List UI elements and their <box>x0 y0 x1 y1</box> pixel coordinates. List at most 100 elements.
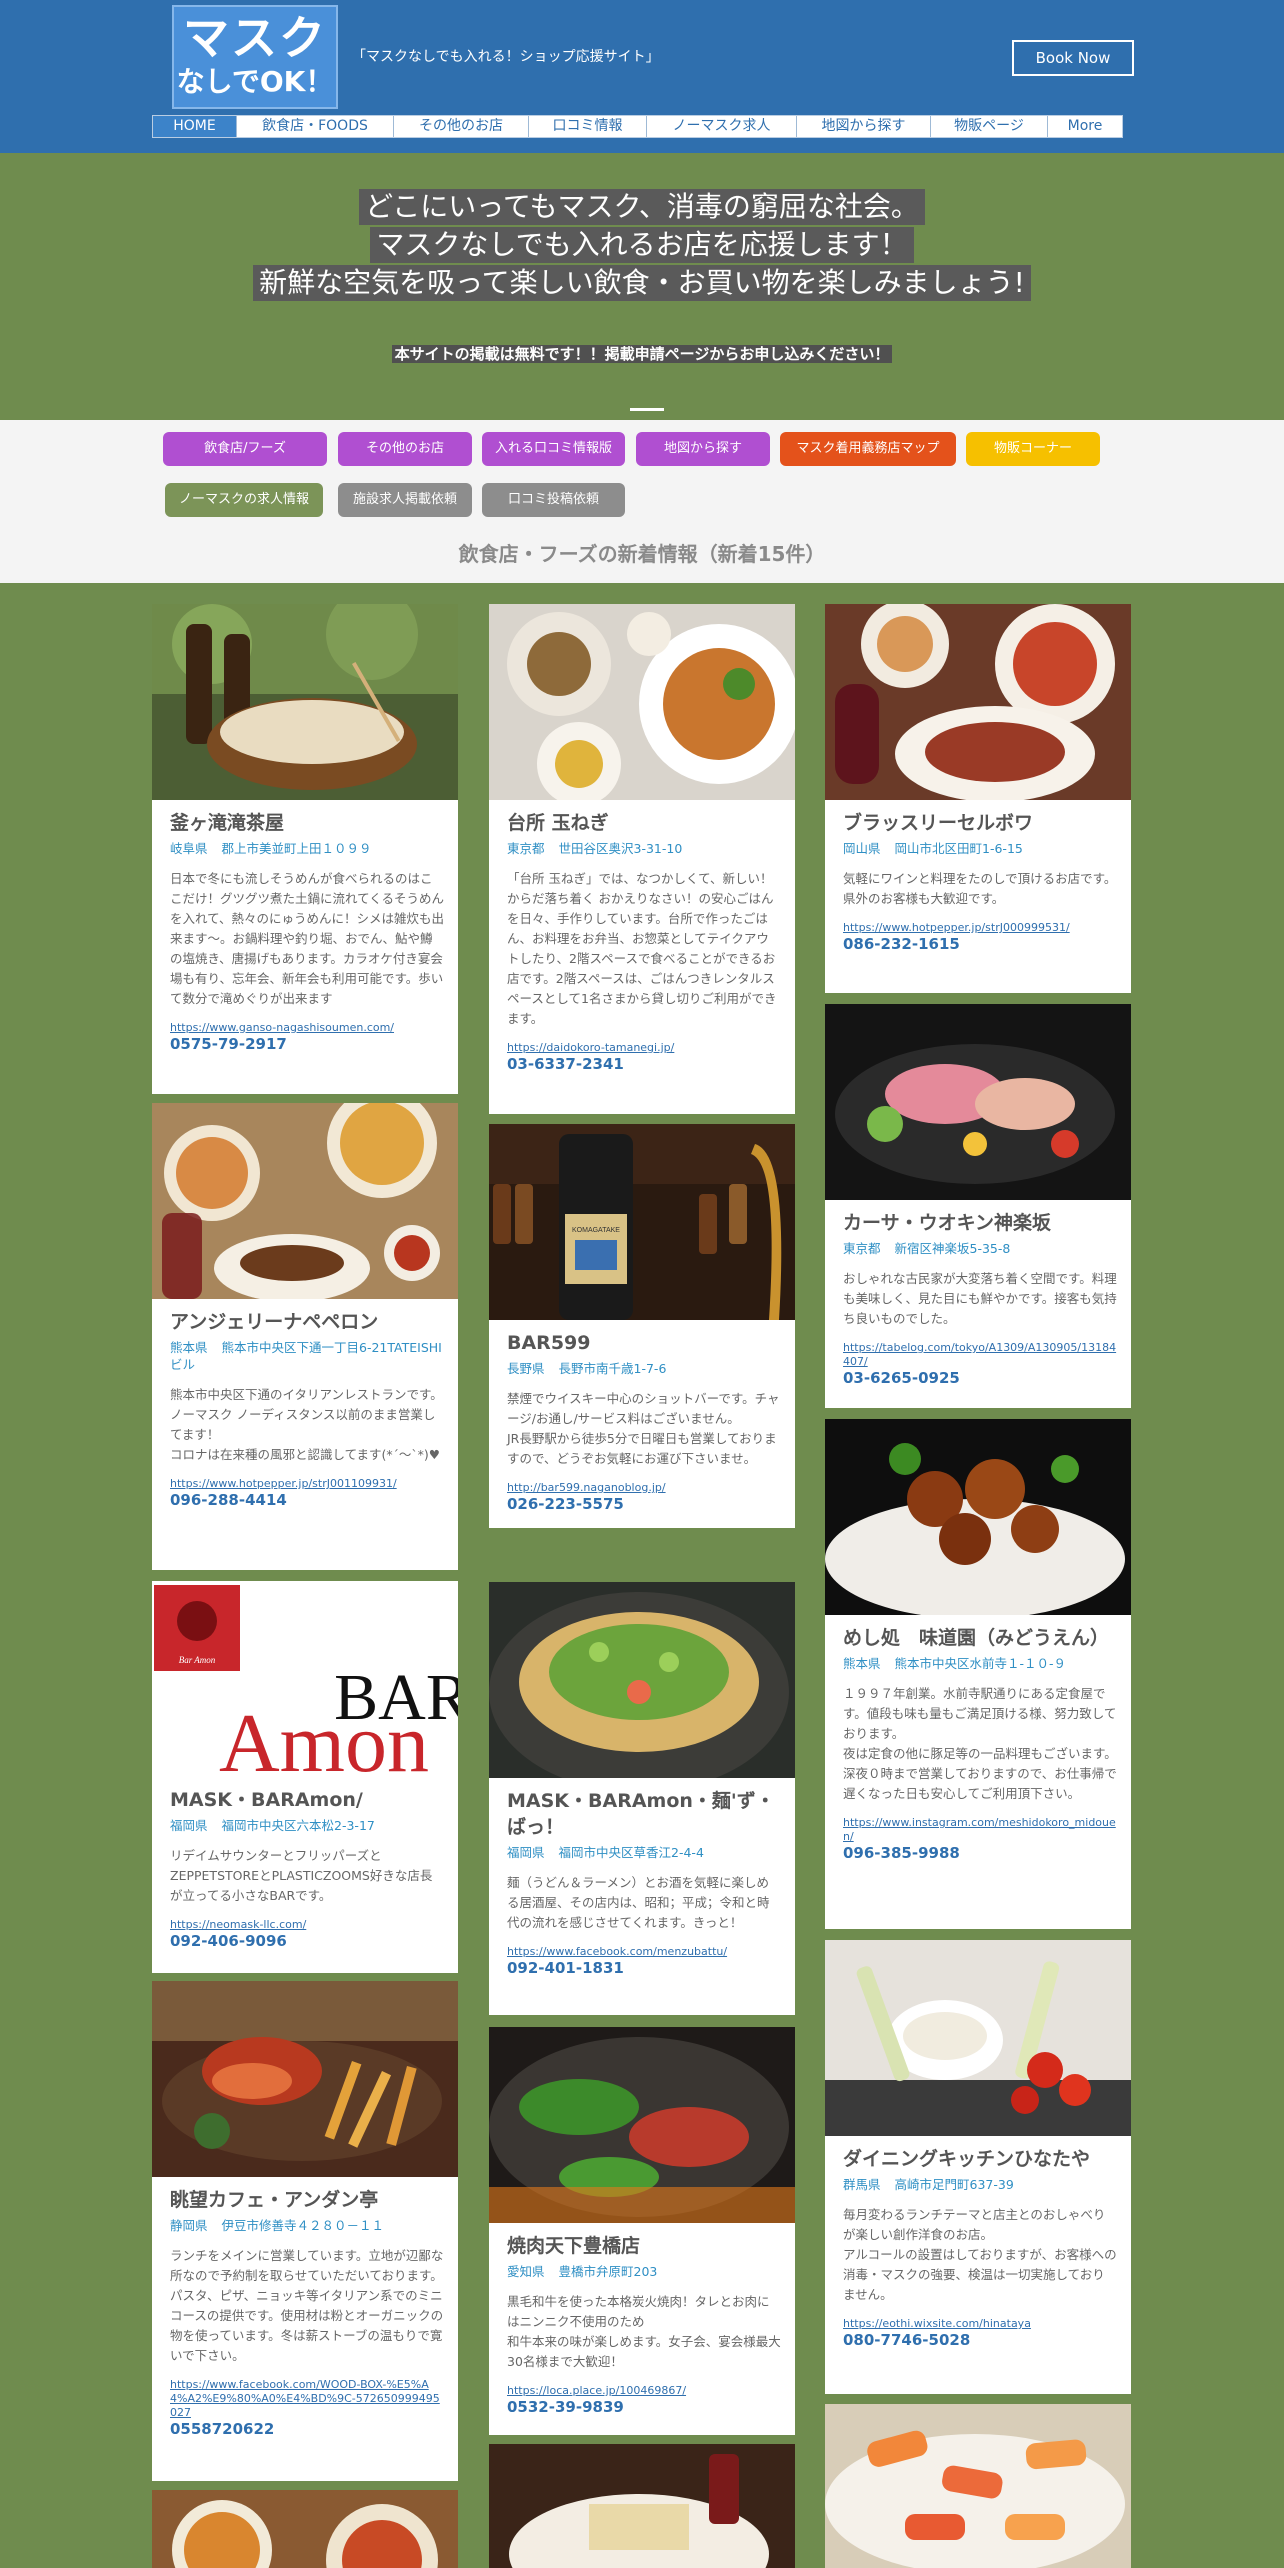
main-nav: HOME 飲食店・FOODS その他のお店 口コミ情報 ノーマスク求人 地図から… <box>152 115 1123 138</box>
shop-phone[interactable]: 092-406-9096 <box>170 1932 444 1950</box>
cat-button-review-request[interactable]: 口コミ投稿依頼 <box>482 483 625 517</box>
shop-photo <box>489 1582 795 1778</box>
cat-button-mask-map[interactable]: マスク着用義務店マップ <box>780 432 956 466</box>
shop-name: 釜ヶ滝滝茶屋 <box>170 812 285 834</box>
nav-foods[interactable]: 飲食店・FOODS <box>237 116 394 137</box>
shop-url[interactable]: https://www.ganso-nagashisoumen.com/ <box>170 1021 444 1035</box>
cat-button-other-shops[interactable]: その他のお店 <box>338 432 472 466</box>
shop-prefecture: 東京都 <box>843 1241 881 1256</box>
shop-prefecture: 長野県 <box>507 1361 545 1376</box>
shop-photo <box>825 1004 1131 1200</box>
shop-card[interactable]: アンジェリーナペペロン 熊本県 熊本市中央区下通一丁目6-21TATEISHIビル… <box>152 1103 458 1570</box>
shop-prefecture: 愛知県 <box>507 2264 545 2279</box>
shop-card[interactable]: Bar Amon BAR Amon MASK・BARAmon/ 福岡県 福岡市中央… <box>152 1581 458 1973</box>
shop-phone[interactable]: 096-385-9988 <box>843 1844 1117 1862</box>
cat-button-job-request[interactable]: 施設求人掲載依頼 <box>338 483 472 517</box>
nav-reviews[interactable]: 口コミ情報 <box>529 116 647 137</box>
shop-card[interactable] <box>152 2490 458 2568</box>
cat-button-foods[interactable]: 飲食店/フーズ <box>163 432 327 466</box>
site-header: マスク なしでOK！ 「マスクなしでも入れる！ショップ応援サイト」 Book N… <box>0 0 1284 153</box>
shop-card[interactable] <box>825 2404 1131 2568</box>
shop-address: 岡山市北区田町1-6-15 <box>894 841 1023 856</box>
shop-phone[interactable]: 03-6337-2341 <box>507 1055 781 1073</box>
shop-url[interactable]: https://loca.place.jp/100469867/ <box>507 2384 781 2398</box>
shop-phone[interactable]: 092-401-1831 <box>507 1959 781 1977</box>
shop-description: リデイムサウンターとフリッパーズとZEPPETSTOREとPLASTICZOOM… <box>170 1848 433 1903</box>
shop-phone[interactable]: 0532-39-9839 <box>507 2398 781 2416</box>
shop-card-body: MASK・BARAmon/ 福岡県 福岡市中央区六本松2-3-17 リデイムサウン… <box>170 1787 444 1950</box>
shop-card-body: ダイニングキッチンひなたや 群馬県 高崎市足門町637-39 毎月変わるランチテー… <box>843 2146 1117 2349</box>
shop-prefecture: 群馬県 <box>843 2177 881 2192</box>
hero-note: 本サイトの掲載は無料です！！掲載申請ページからお申し込みください！ <box>0 343 1284 364</box>
shop-address: 世田谷区奥沢3-31-10 <box>558 841 683 856</box>
shop-card[interactable]: カーサ・ウオキン神楽坂 東京都 新宿区神楽坂5-35-8 おしゃれな古民家が大変落… <box>825 1004 1131 1408</box>
shop-photo <box>825 1419 1131 1615</box>
logo-amon-text: Amon <box>219 1697 429 1777</box>
shop-location: 福岡県 福岡市中央区六本松2-3-17 <box>170 1817 444 1834</box>
shop-phone[interactable]: 096-288-4414 <box>170 1491 444 1509</box>
shop-phone[interactable]: 0575-79-2917 <box>170 1035 444 1053</box>
shop-photo <box>152 1981 458 2177</box>
nav-jobs[interactable]: ノーマスク求人 <box>647 116 797 137</box>
shop-url[interactable]: https://www.hotpepper.jp/strJ000999531/ <box>843 921 1117 935</box>
nav-shop[interactable]: 物販ページ <box>931 116 1048 137</box>
nav-home[interactable]: HOME <box>153 116 237 137</box>
shop-photo: KOMAGATAKE <box>489 1124 795 1320</box>
shop-url[interactable]: https://eothi.wixsite.com/hinataya <box>843 2317 1117 2331</box>
shop-card[interactable] <box>489 2444 795 2568</box>
shop-location: 東京都 新宿区神楽坂5-35-8 <box>843 1240 1117 1257</box>
shop-address: 福岡市中央区六本松2-3-17 <box>221 1818 375 1833</box>
shop-url[interactable]: https://www.facebook.com/menzubattu/ <box>507 1945 781 1959</box>
shop-photo <box>489 2027 795 2223</box>
book-now-button[interactable]: Book Now <box>1012 40 1134 76</box>
cat-button-goods[interactable]: 物販コーナー <box>966 432 1100 466</box>
cat-button-reviews[interactable]: 入れる口コミ情報版 <box>482 432 625 466</box>
nav-map[interactable]: 地図から探す <box>797 116 931 137</box>
logo-line1: マスク <box>183 11 327 65</box>
shop-phone[interactable]: 0558720622 <box>170 2420 444 2438</box>
nav-more[interactable]: More <box>1048 116 1122 137</box>
shop-url[interactable]: https://www.hotpepper.jp/strJ001109931/ <box>170 1477 444 1491</box>
shop-name: MASK・BARAmon/ <box>170 1789 363 1811</box>
shop-location: 熊本県 熊本市中央区水前寺１-１０-９ <box>843 1655 1117 1672</box>
hero-line: どこにいってもマスク、消毒の窮屈な社会。 <box>359 189 925 225</box>
shop-phone[interactable]: 026-223-5575 <box>507 1495 781 1513</box>
shop-description: 「台所 玉ねぎ」では、なつかしくて、新しい！からだ落ち着く おかえりなさい！の安… <box>507 871 777 1026</box>
shop-card[interactable]: MASK・BARAmon・麺'ず・ばっ！ 福岡県 福岡市中央区草香江2-4-4 麺… <box>489 1582 795 2015</box>
shop-photo <box>152 1103 458 1299</box>
shop-card[interactable]: 焼肉天下豊橋店 愛知県 豊橋市弁原町203 黒毛和牛を使った本格炭火焼肉！タレとお… <box>489 2027 795 2435</box>
shop-url[interactable]: https://www.instagram.com/meshidokoro_mi… <box>843 1816 1117 1844</box>
nav-other-shops[interactable]: その他のお店 <box>394 116 529 137</box>
shop-phone[interactable]: 086-232-1615 <box>843 935 1117 953</box>
shop-card[interactable]: ブラッスリーセルボワ 岡山県 岡山市北区田町1-6-15 気軽にワインと料理をたの… <box>825 604 1131 993</box>
shop-card[interactable]: 眺望カフェ・アンダン亭 静岡県 伊豆市修善寺４２８０－１１ ランチをメインに営業し… <box>152 1981 458 2481</box>
shop-location: 熊本県 熊本市中央区下通一丁目6-21TATEISHIビル <box>170 1339 444 1373</box>
shop-prefecture: 岡山県 <box>843 841 881 856</box>
shop-card-body: BAR599 長野県 長野市南千歳1-7-6 禁煙でウイスキー中心のショットバーで… <box>507 1330 781 1513</box>
shop-location: 長野県 長野市南千歳1-7-6 <box>507 1360 781 1377</box>
logo-line2: なしでOK！ <box>176 65 334 98</box>
shop-card[interactable]: ダイニングキッチンひなたや 群馬県 高崎市足門町637-39 毎月変わるランチテー… <box>825 1940 1131 2394</box>
shop-url[interactable]: https://tabelog.com/tokyo/A1309/A130905/… <box>843 1341 1117 1369</box>
shop-card[interactable]: 台所 玉ねぎ 東京都 世田谷区奥沢3-31-10 「台所 玉ねぎ」では、なつかしく… <box>489 604 795 1114</box>
shop-card[interactable]: 釜ヶ滝滝茶屋 岐阜県 郡上市美並町上田１０９９ 日本で冬にも流しそうめんが食べられ… <box>152 604 458 1094</box>
shop-card-body: 釜ヶ滝滝茶屋 岐阜県 郡上市美並町上田１０９９ 日本で冬にも流しそうめんが食べられ… <box>170 810 444 1053</box>
shop-card-body: MASK・BARAmon・麺'ず・ばっ！ 福岡県 福岡市中央区草香江2-4-4 麺… <box>507 1788 781 1977</box>
shop-url[interactable]: https://neomask-llc.com/ <box>170 1918 444 1932</box>
shop-url[interactable]: http://bar599.naganoblog.jp/ <box>507 1481 781 1495</box>
shop-location: 岡山県 岡山市北区田町1-6-15 <box>843 840 1117 857</box>
shop-card[interactable]: めし処 味道園（みどうえん） 熊本県 熊本市中央区水前寺１-１０-９ １９９７年創… <box>825 1419 1131 1929</box>
cat-button-map[interactable]: 地図から探す <box>636 432 770 466</box>
shop-prefecture: 熊本県 <box>843 1656 881 1671</box>
shop-description: 麺（うどん＆ラーメン）とお酒を気軽に楽しめる居酒屋、その店内は、昭和；平成；令和… <box>507 1875 770 1930</box>
shop-url[interactable]: https://www.facebook.com/WOOD-BOX-%E5%A4… <box>170 2378 444 2420</box>
shop-phone[interactable]: 080-7746-5028 <box>843 2331 1117 2349</box>
shop-card[interactable]: KOMAGATAKE BAR599 長野県 長野市南千歳1-7-6 禁煙でウイスキ… <box>489 1124 795 1528</box>
cat-button-jobs[interactable]: ノーマスクの求人情報 <box>165 483 323 517</box>
shop-photo <box>825 604 1131 800</box>
shop-address: 福岡市中央区草香江2-4-4 <box>558 1845 704 1860</box>
site-logo[interactable]: マスク なしでOK！ <box>172 5 338 109</box>
shop-prefecture: 福岡県 <box>170 1818 208 1833</box>
shop-url[interactable]: https://daidokoro-tamanegi.jp/ <box>507 1041 781 1055</box>
shop-phone[interactable]: 03-6265-0925 <box>843 1369 1117 1387</box>
